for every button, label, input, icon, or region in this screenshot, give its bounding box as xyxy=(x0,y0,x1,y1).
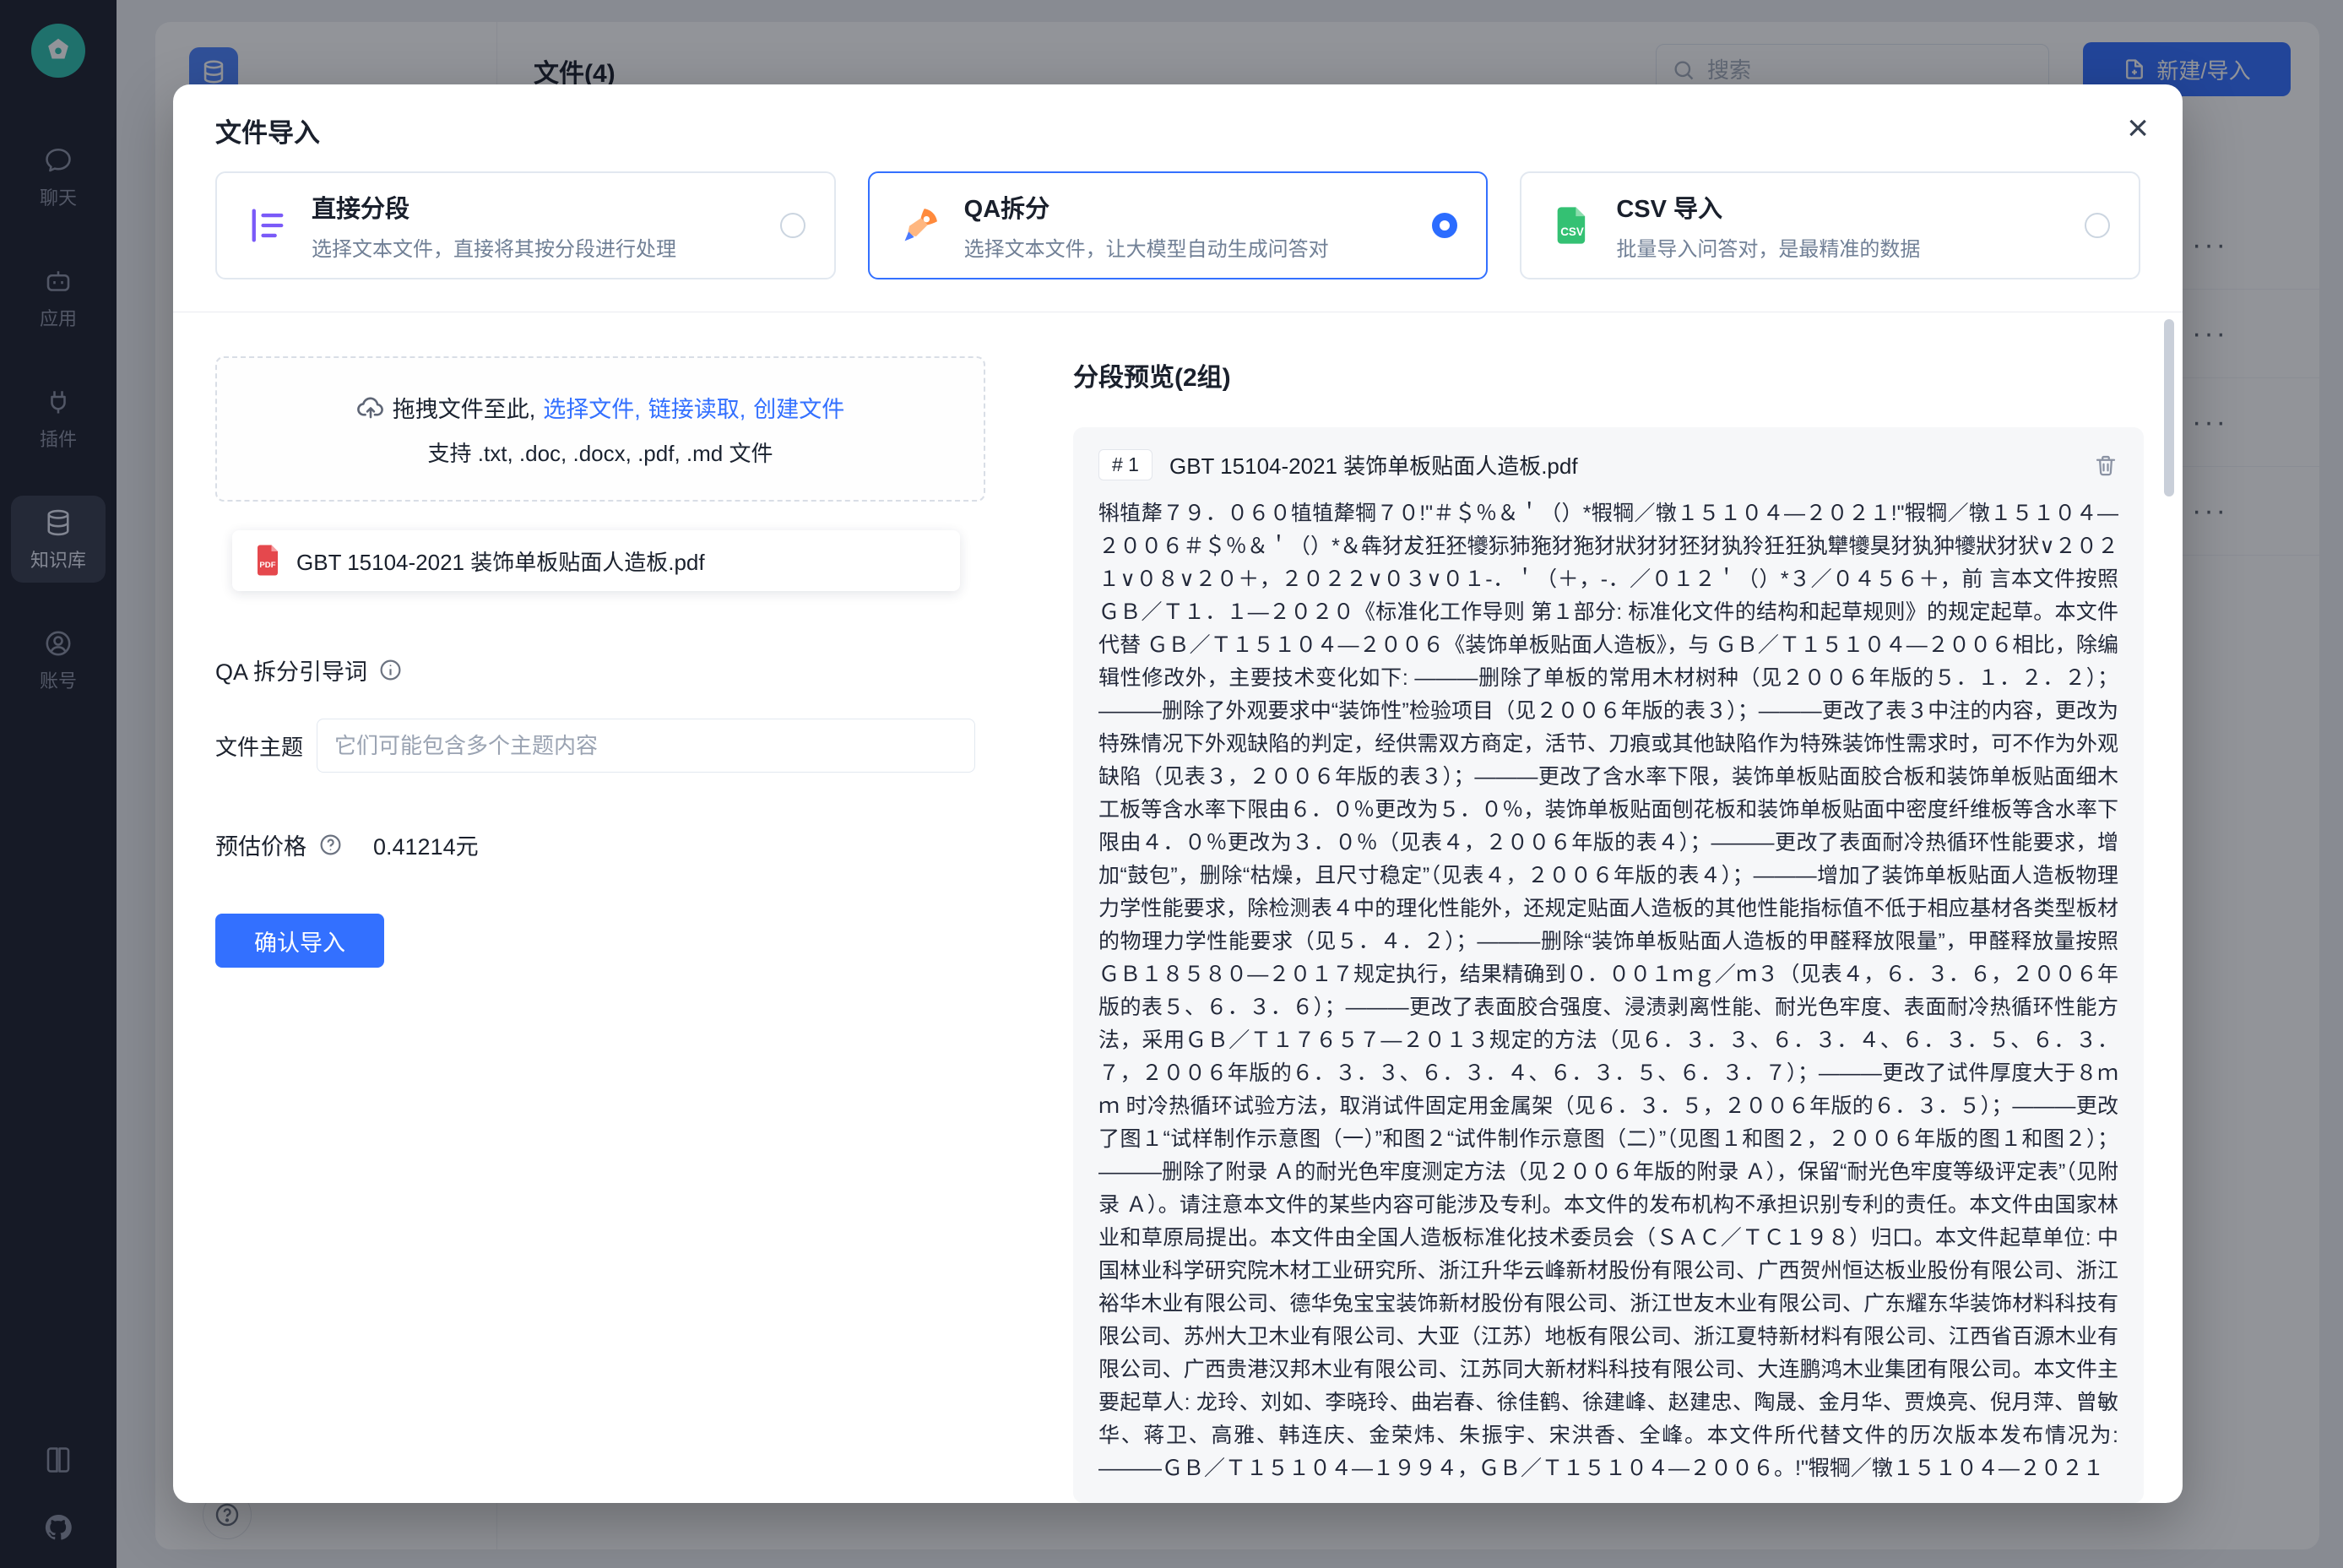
topic-row: 文件主题 xyxy=(215,719,985,773)
dropzone-line1: 拖拽文件至此, 选择文件, 链接读取, 创建文件 xyxy=(356,391,845,424)
mode-title: CSV 导入 xyxy=(1616,189,2063,225)
info-icon[interactable] xyxy=(378,658,403,682)
chunk-header: # 1 GBT 15104-2021 装饰单板贴面人造板.pdf xyxy=(1098,449,2118,480)
import-mode-selector: 直接分段 选择文本文件，直接将其按分段进行处理 QA拆分 选择文本文件，让大模型… xyxy=(173,168,2183,312)
modal-scrollbar-thumb[interactable] xyxy=(2164,319,2174,496)
qa-prompt-label: QA 拆分引导词 xyxy=(215,654,367,686)
chunk-source-filename: GBT 15104-2021 装饰单板贴面人造板.pdf xyxy=(1169,449,2076,480)
create-file-link[interactable]: 创建文件 xyxy=(753,391,844,424)
cloud-upload-icon xyxy=(356,393,385,421)
radio-unchecked[interactable] xyxy=(780,213,805,238)
modal-title: 文件导入 xyxy=(215,111,320,149)
segment-icon xyxy=(246,203,290,247)
radio-unchecked[interactable] xyxy=(2085,213,2110,238)
chunk-card[interactable]: # 1 GBT 15104-2021 装饰单板贴面人造板.pdf 犐犆犛７９．０… xyxy=(1073,427,2144,1503)
supported-formats-text: 支持 .txt, .doc, .docx, .pdf, .md 文件 xyxy=(428,437,773,468)
upload-column: 拖拽文件至此, 选择文件, 链接读取, 创建文件 支持 .txt, .doc, … xyxy=(215,356,985,1503)
close-icon[interactable]: × xyxy=(2127,111,2149,145)
mode-texts: CSV 导入 批量导入问答对，是最精准的数据 xyxy=(1616,189,2063,262)
mode-card-qa-split[interactable]: QA拆分 选择文本文件，让大模型自动生成问答对 xyxy=(868,171,1489,279)
price-value: 0.41214元 xyxy=(373,828,479,861)
chunk-index-badge: # 1 xyxy=(1098,449,1153,480)
price-row: 预估价格 0.41214元 xyxy=(215,828,985,861)
svg-text:CSV: CSV xyxy=(1561,225,1585,238)
file-dropzone[interactable]: 拖拽文件至此, 选择文件, 链接读取, 创建文件 支持 .txt, .doc, … xyxy=(215,356,985,502)
price-help-icon[interactable] xyxy=(318,833,343,857)
csv-file-icon: CSV xyxy=(1550,203,1594,247)
chunk-content-text: 犐犆犛７９．０６０犆犆犛犅７０!"＃＄％＆＇（）*犌犅／犜１５１０４—２０２１!… xyxy=(1098,497,2118,1481)
qa-prompt-row: QA 拆分引导词 xyxy=(215,654,985,686)
pdf-file-icon: PDF xyxy=(252,544,283,578)
uploaded-file-item[interactable]: PDF GBT 15104-2021 装饰单板贴面人造板.pdf xyxy=(232,530,960,591)
modal-header: 文件导入 × xyxy=(173,84,2183,168)
mode-card-direct-segment[interactable]: 直接分段 选择文本文件，直接将其按分段进行处理 xyxy=(215,171,836,279)
radio-checked[interactable] xyxy=(1432,213,1457,238)
select-file-link[interactable]: 选择文件, xyxy=(543,391,641,424)
trash-icon xyxy=(2093,453,2118,478)
svg-text:PDF: PDF xyxy=(259,561,275,570)
topic-input[interactable] xyxy=(317,719,975,773)
mode-desc: 批量导入问答对，是最精准的数据 xyxy=(1616,232,2063,262)
modal-body: 拖拽文件至此, 选择文件, 链接读取, 创建文件 支持 .txt, .doc, … xyxy=(173,312,2183,1503)
mode-card-csv-import[interactable]: CSV CSV 导入 批量导入问答对，是最精准的数据 xyxy=(1520,171,2140,279)
uploaded-file-name: GBT 15104-2021 装饰单板贴面人造板.pdf xyxy=(296,545,705,577)
drag-hint-text: 拖拽文件至此, xyxy=(393,391,536,424)
mode-title: 直接分段 xyxy=(312,189,758,225)
mode-title: QA拆分 xyxy=(964,189,1411,225)
topic-label: 文件主题 xyxy=(215,730,317,762)
mode-texts: QA拆分 选择文本文件，让大模型自动生成问答对 xyxy=(964,189,1411,262)
mode-texts: 直接分段 选择文本文件，直接将其按分段进行处理 xyxy=(312,189,758,262)
price-label: 预估价格 xyxy=(215,828,306,861)
mode-desc: 选择文本文件，让大模型自动生成问答对 xyxy=(964,232,1411,262)
link-fetch-link[interactable]: 链接读取, xyxy=(648,391,746,424)
mode-desc: 选择文本文件，直接将其按分段进行处理 xyxy=(312,232,758,262)
file-import-modal: 文件导入 × 直接分段 选择文本文件，直接将其按分段进行处理 QA拆分 选择文本… xyxy=(173,84,2183,1503)
delete-chunk-button[interactable] xyxy=(2093,453,2118,478)
confirm-import-button[interactable]: 确认导入 xyxy=(215,914,384,968)
preview-column: 分段预览(2组) # 1 GBT 15104-2021 装饰单板贴面人造板.pd… xyxy=(1073,356,2144,1503)
preview-title: 分段预览(2组) xyxy=(1073,356,2144,393)
rocket-icon xyxy=(898,203,942,247)
